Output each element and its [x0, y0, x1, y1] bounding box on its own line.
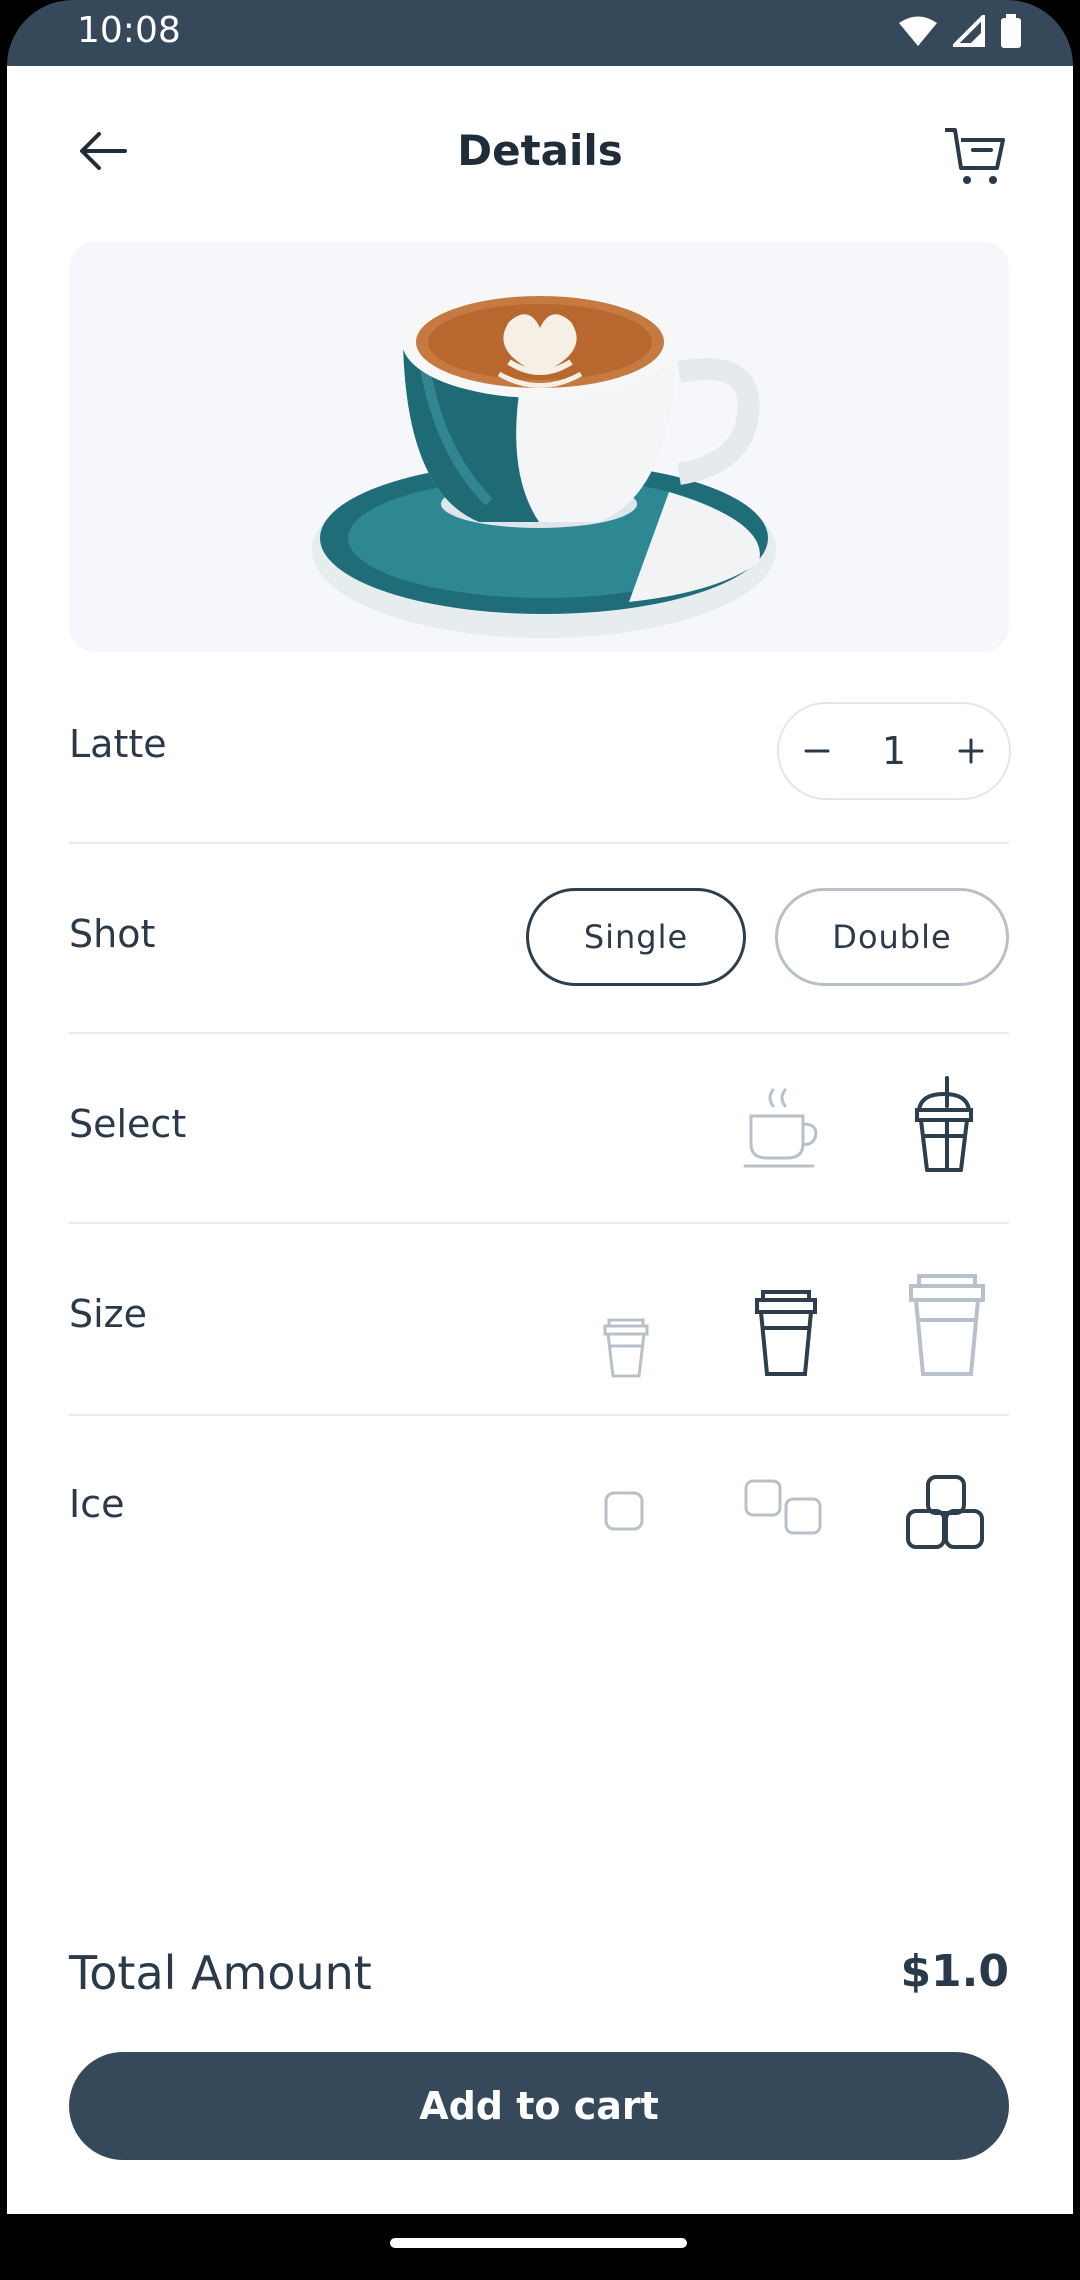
small-cup-icon[interactable] [599, 1316, 653, 1380]
status-time: 10:08 [77, 10, 181, 51]
iced-cup-icon[interactable] [911, 1076, 977, 1176]
total-label: Total Amount [69, 1946, 372, 2000]
device-frame: 10:08 Details Latte 1 Shot Single Double… [0, 0, 1080, 2280]
ice-label: Ice [69, 1482, 125, 1526]
shot-double-button[interactable]: Double [775, 888, 1009, 986]
minus-icon[interactable] [792, 736, 842, 766]
plus-icon[interactable] [946, 736, 996, 766]
quantity-value: 1 [881, 729, 907, 773]
divider [69, 1414, 1009, 1416]
details-screen: Details Latte 1 Shot Single Double Selec… [7, 66, 1073, 2214]
shot-label: Shot [69, 912, 156, 956]
medium-cup-icon[interactable] [751, 1288, 821, 1378]
wifi-icon [899, 16, 937, 46]
signal-icon [953, 15, 985, 47]
shot-single-button[interactable]: Single [526, 888, 746, 986]
total-value: $1.0 [900, 1946, 1009, 1997]
cart-icon[interactable] [939, 120, 1009, 190]
add-to-cart-button[interactable]: Add to cart [69, 2052, 1009, 2160]
coffee-cup-image [312, 286, 776, 638]
quantity-stepper: 1 [777, 702, 1011, 800]
size-label: Size [69, 1292, 148, 1336]
hot-cup-icon[interactable] [743, 1086, 825, 1170]
page-title: Details [457, 126, 623, 175]
large-cup-icon[interactable] [905, 1272, 989, 1378]
home-indicator[interactable] [390, 2238, 687, 2248]
select-label: Select [69, 1102, 187, 1146]
status-bar: 10:08 [7, 0, 1073, 66]
divider [69, 1032, 1009, 1034]
battery-icon [1001, 14, 1021, 48]
two-ice-icon[interactable] [743, 1478, 825, 1538]
status-icons [899, 14, 1021, 48]
divider [69, 842, 1009, 844]
one-ice-icon[interactable] [603, 1490, 645, 1532]
divider [69, 1222, 1009, 1224]
product-image-card [69, 242, 1009, 652]
product-name: Latte [69, 722, 167, 766]
three-ice-icon[interactable] [905, 1474, 987, 1552]
